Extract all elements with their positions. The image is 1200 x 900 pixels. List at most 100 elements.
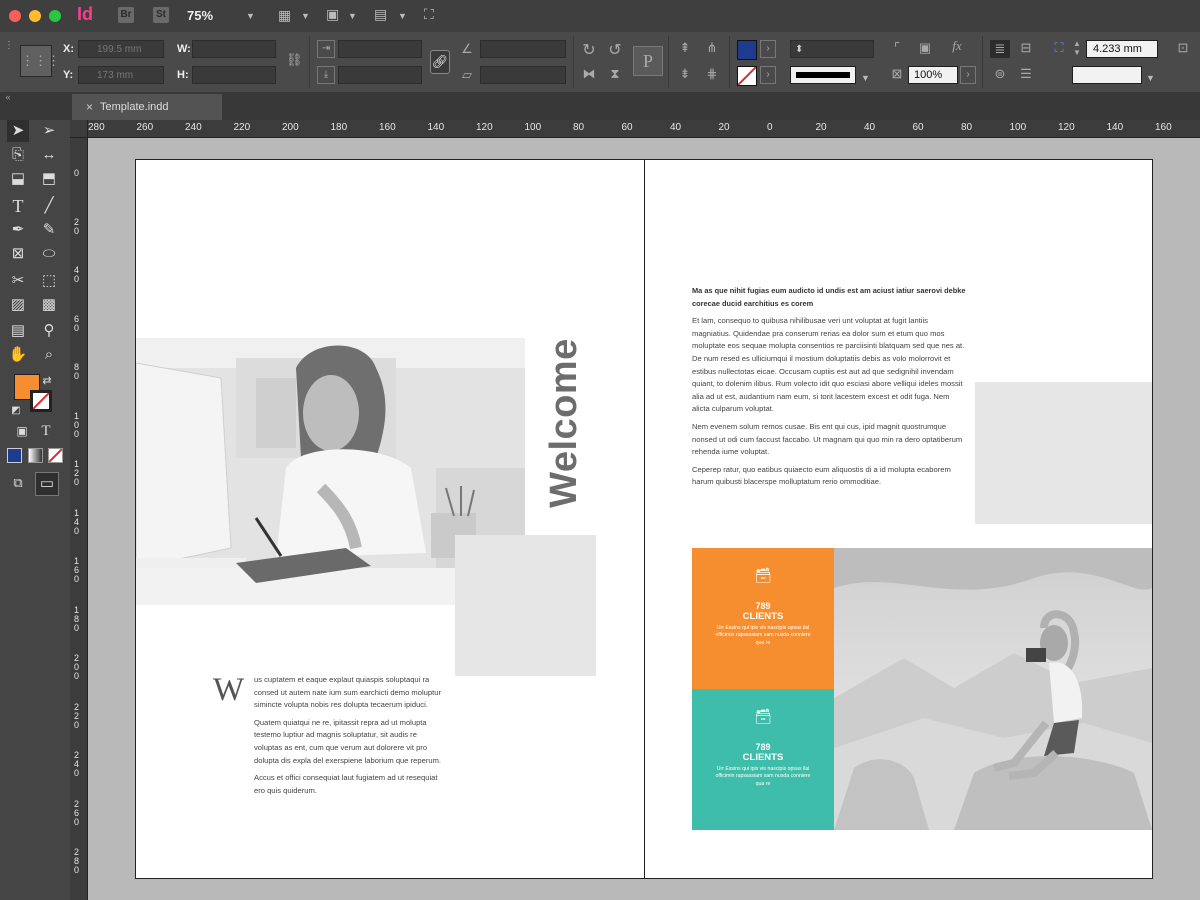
note-tool-icon[interactable]: ▤ xyxy=(7,320,29,342)
shear-angle-icon[interactable]: ▱ xyxy=(460,67,474,83)
stroke-type-dropdown-icon[interactable]: ▼ xyxy=(861,73,870,83)
pen-tool-icon[interactable]: ✒ xyxy=(7,219,29,241)
collapse-panel-icon[interactable]: « xyxy=(2,92,14,102)
stroke-style-dropdown-icon[interactable]: ▼ xyxy=(1146,73,1155,83)
shear-field[interactable] xyxy=(480,66,566,84)
rotation-angle-icon[interactable]: ∠ xyxy=(460,41,474,57)
rotation-field[interactable] xyxy=(480,40,566,58)
left-body-text[interactable]: us cuptatem et eaque explaut quiaspis so… xyxy=(254,674,446,802)
default-fill-stroke-icon[interactable]: ◩ xyxy=(9,400,23,422)
right-body-text[interactable]: Ma as que nihit fugias eum audicto id un… xyxy=(692,285,967,494)
gray-side-placeholder[interactable] xyxy=(975,382,1152,524)
paragraph-p-icon[interactable]: P xyxy=(633,46,663,76)
link-icon[interactable]: 🔗︎ xyxy=(430,50,450,74)
drop-shadow-icon[interactable]: ▣ xyxy=(916,40,934,56)
constrain-proportions-icon[interactable]: ⛓ xyxy=(286,52,303,68)
x-position-field[interactable]: 199.5 mm xyxy=(78,40,164,58)
scale-x-field[interactable] xyxy=(338,40,422,58)
stroke-color-swatch[interactable] xyxy=(30,390,52,412)
stepper-icon[interactable]: ▲ ▼ xyxy=(1072,39,1082,57)
publish-online-icon[interactable]: ⛶ xyxy=(424,6,434,23)
type-tool-icon[interactable]: T xyxy=(7,195,29,217)
photographer-photo[interactable] xyxy=(834,548,1152,830)
minimize-window-button[interactable] xyxy=(29,10,41,22)
close-window-button[interactable] xyxy=(9,10,21,22)
zoom-level[interactable]: 75% xyxy=(187,8,213,23)
screen-mode-preview-icon[interactable]: ▭ xyxy=(35,472,59,496)
stock-button[interactable]: St xyxy=(153,7,169,23)
close-tab-icon[interactable]: × xyxy=(86,100,93,114)
chevron-down-icon[interactable]: ▼ xyxy=(301,11,310,21)
welcome-heading-frame[interactable]: Welcome xyxy=(543,318,585,528)
opacity-field[interactable]: 100% xyxy=(908,66,958,84)
reference-point-icon[interactable]: ⋮⋮⋮ xyxy=(20,45,60,77)
wrap-object-shape-icon[interactable]: ⊜ xyxy=(990,66,1010,82)
document-tab[interactable]: × Template.indd xyxy=(72,94,222,120)
select-next-icon[interactable]: ⋕ xyxy=(702,66,722,82)
panel-grip-icon[interactable]: ⋮ xyxy=(4,40,14,51)
arrange-documents-icon[interactable]: ▤ xyxy=(374,6,387,23)
line-tool-icon[interactable]: ╱ xyxy=(38,195,60,217)
rotate-counterclockwise-icon[interactable]: ↺ xyxy=(606,40,624,60)
scale-y-icon[interactable]: ⤓ xyxy=(317,66,335,84)
formatting-container-icon[interactable]: ▣ xyxy=(11,420,33,442)
gray-placeholder-box[interactable] xyxy=(455,535,596,676)
rectangle-frame-tool-icon[interactable]: ⊠ xyxy=(7,243,29,265)
free-transform-tool-icon[interactable]: ⬚ xyxy=(38,270,60,292)
apply-gradient-icon[interactable] xyxy=(28,448,43,463)
effects-fx-icon[interactable]: fx xyxy=(946,38,968,54)
select-container-icon[interactable]: ⇞ xyxy=(676,40,694,56)
fill-swatch[interactable] xyxy=(737,40,757,60)
content-placer-icon[interactable]: ⬒ xyxy=(38,168,60,190)
page-tool-icon[interactable]: ⎘ xyxy=(7,144,29,166)
ruler-origin[interactable] xyxy=(70,120,88,138)
pencil-tool-icon[interactable]: ✎ xyxy=(38,219,60,241)
gradient-swatch-tool-icon[interactable]: ▨ xyxy=(7,294,29,316)
formatting-text-icon[interactable]: T xyxy=(35,420,57,442)
chevron-down-icon[interactable]: ▼ xyxy=(398,11,407,21)
screen-mode-icon[interactable]: ▣ xyxy=(326,6,339,23)
swap-fill-stroke-icon[interactable]: ⇄ xyxy=(40,370,54,392)
stroke-style-field[interactable] xyxy=(1072,66,1142,84)
corner-options-icon[interactable]: ⌜ xyxy=(888,40,906,56)
chevron-down-icon[interactable]: ▼ xyxy=(348,11,357,21)
flip-horizontal-icon[interactable]: ⧓ xyxy=(580,66,598,82)
rotate-clockwise-icon[interactable]: ↻ xyxy=(580,40,598,60)
eyedropper-tool-icon[interactable]: ⚲ xyxy=(38,320,60,342)
text-wrap-none-icon[interactable]: ≣ xyxy=(990,40,1010,58)
opacity-menu-icon[interactable]: › xyxy=(960,66,976,84)
ellipse-tool-icon[interactable]: ⬭ xyxy=(38,243,60,265)
gap-tool-icon[interactable]: ↔ xyxy=(38,144,60,166)
zoom-dropdown-icon[interactable]: ▼ xyxy=(246,11,255,21)
wrap-bounding-box-icon[interactable]: ⊟ xyxy=(1016,40,1036,56)
view-options-icon[interactable]: ▦ xyxy=(278,7,291,24)
frame-fitting-icon[interactable]: ⛶ xyxy=(1050,40,1068,56)
jump-object-icon[interactable]: ☰ xyxy=(1016,66,1036,82)
scale-x-icon[interactable]: ⇥ xyxy=(317,40,335,58)
zoom-window-button[interactable] xyxy=(49,10,61,22)
bridge-button[interactable]: Br xyxy=(118,7,134,23)
hand-tool-icon[interactable]: ✋ xyxy=(7,344,29,366)
opacity-icon[interactable]: ⊠ xyxy=(888,66,906,82)
flip-vertical-icon[interactable]: ⧗ xyxy=(606,66,624,82)
direct-selection-tool-icon[interactable]: ➢ xyxy=(38,120,60,142)
apply-none-icon[interactable] xyxy=(48,448,63,463)
select-content-icon[interactable]: ⋔ xyxy=(702,40,722,56)
y-position-field[interactable]: 173 mm xyxy=(78,66,164,84)
stroke-weight-mm-field[interactable]: 4.233 mm xyxy=(1086,40,1158,58)
scissors-tool-icon[interactable]: ✂ xyxy=(7,270,29,292)
stroke-type-field[interactable] xyxy=(790,66,856,84)
height-field[interactable] xyxy=(192,66,276,84)
gradient-feather-tool-icon[interactable]: ▩ xyxy=(38,294,60,316)
normal-view-icon[interactable]: ⧉ xyxy=(7,472,29,494)
stroke-menu-icon[interactable]: › xyxy=(760,66,776,84)
zoom-tool-icon[interactable]: ⌕ xyxy=(38,344,60,366)
stroke-weight-field[interactable]: ⬍ xyxy=(790,40,874,58)
content-collector-icon[interactable]: ⬓ xyxy=(7,168,29,190)
auto-fit-icon[interactable]: ⊡ xyxy=(1174,40,1192,56)
scale-y-field[interactable] xyxy=(338,66,422,84)
select-previous-icon[interactable]: ⇟ xyxy=(676,66,694,82)
fill-menu-icon[interactable]: › xyxy=(760,40,776,58)
width-field[interactable] xyxy=(192,40,276,58)
selection-tool-icon[interactable]: ➤ xyxy=(7,120,29,142)
